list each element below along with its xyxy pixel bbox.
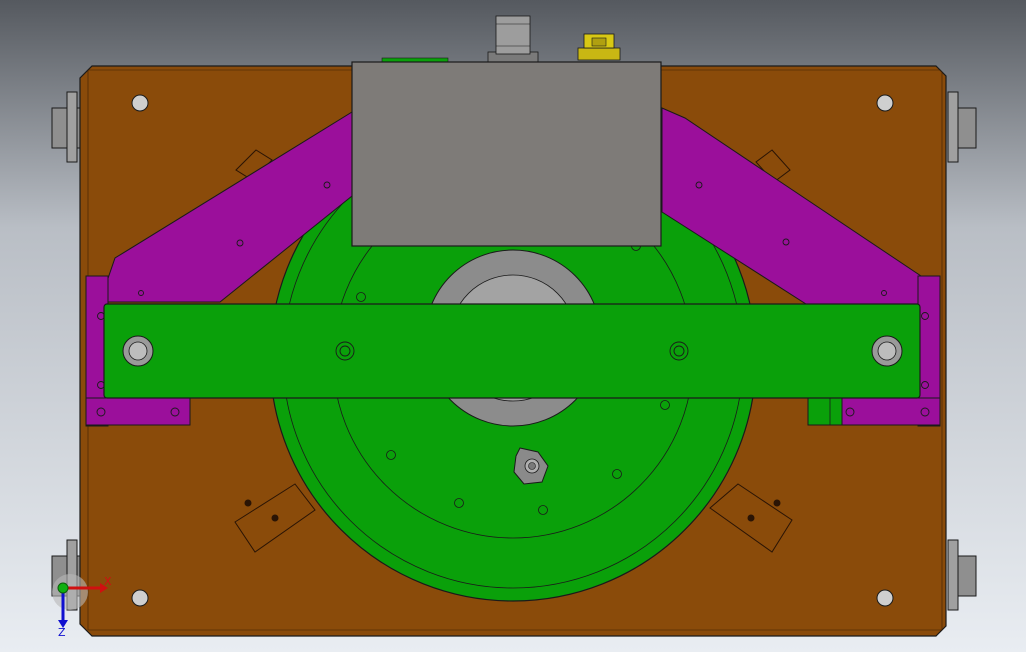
triad-z-label: Z: [58, 626, 66, 639]
triad-y-axis: [57, 582, 69, 594]
corner-hole: [876, 94, 894, 112]
bolt-right: [871, 335, 903, 367]
triad-origin-shadow: [52, 574, 88, 610]
cad-viewport[interactable]: X Z: [0, 0, 1026, 652]
corner-hole: [131, 589, 149, 607]
triad-x-label: X: [104, 575, 112, 588]
bolt-left: [122, 335, 154, 367]
housing-box: [351, 61, 662, 247]
cross-bar: [103, 303, 921, 399]
corner-hole: [131, 94, 149, 112]
spacer-block-right: [807, 395, 843, 426]
corner-hole: [876, 589, 894, 607]
connector-gold: [577, 33, 621, 61]
